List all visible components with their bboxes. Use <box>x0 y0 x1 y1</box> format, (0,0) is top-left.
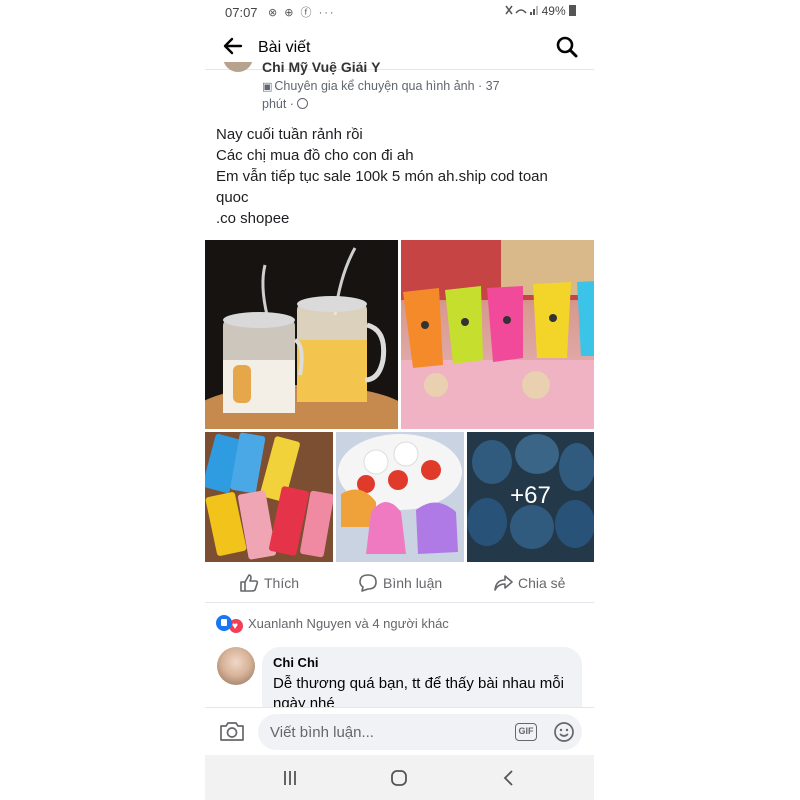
comment-bubble[interactable]: Chi Chi Dễ thương quá bạn, tt để thấy bà… <box>262 647 582 707</box>
post-author[interactable]: Chi Mỹ Vuệ Giải Ý <box>262 62 381 75</box>
share-button[interactable]: Chia sẻ <box>493 573 565 595</box>
share-label: Chia sẻ <box>518 575 566 591</box>
reactions-summary[interactable]: Xuanlanh Nguyen và 4 người khác <box>216 615 449 635</box>
post-text: Nay cuối tuần rảnh rồi Các chị mua đồ ch… <box>216 124 586 229</box>
back-nav-icon[interactable] <box>498 767 520 789</box>
battery-icon <box>569 5 576 16</box>
notification-icons: ⊗ ⊕ ⓕ ··· <box>268 7 336 19</box>
photo-more[interactable]: +67 <box>467 432 594 562</box>
phone-screen: 07:07 ⊗ ⊕ ⓕ ··· 49% Bài viết Chi Mỹ Vuệ … <box>205 0 594 800</box>
post-meta-line1: Chuyên gia kể chuyện qua hình ảnh · 37 <box>274 79 500 93</box>
comment-composer: GIF <box>205 707 594 753</box>
commenter-avatar[interactable] <box>217 647 255 685</box>
spoon-sets-illustration <box>205 432 333 562</box>
photo-molds[interactable] <box>336 432 464 562</box>
colored-cups-illustration <box>401 240 594 429</box>
photo-colored-cups[interactable] <box>401 240 594 429</box>
arrow-left-icon[interactable] <box>221 34 245 58</box>
glass-cups-illustration <box>205 240 398 429</box>
recent-apps-icon[interactable] <box>279 767 301 789</box>
more-photos-count: +67 <box>510 482 551 509</box>
home-icon[interactable] <box>388 767 410 789</box>
camera-icon[interactable] <box>219 720 245 742</box>
post-header: Chi Mỹ Vuệ Giải Ý ▣ Chuyên gia kể chuyện … <box>205 62 594 114</box>
gif-button[interactable]: GIF <box>515 723 537 741</box>
comment-text: Dễ thương quá bạn, tt để thấy bài nhau m… <box>273 675 564 707</box>
globe-icon <box>297 98 309 109</box>
status-bar: 07:07 ⊗ ⊕ ⓕ ··· 49% <box>205 0 594 26</box>
share-arrow-icon <box>494 575 513 591</box>
molds-illustration <box>336 432 464 562</box>
page-title: Bài viết <box>258 39 311 56</box>
post-text-line: .co shopee <box>216 210 290 227</box>
like-label: Thích <box>264 575 300 591</box>
post-text-line: quoc <box>216 189 249 206</box>
search-icon[interactable] <box>554 34 580 60</box>
post-text-line: Nay cuối tuần rảnh rồi <box>216 126 363 143</box>
speech-bubble-icon <box>359 574 377 592</box>
comment-item: Chi Chi Dễ thương quá bạn, tt để thấy bà… <box>205 645 594 707</box>
post-text-line: Em vẫn tiếp tục sale 100k 5 món ah.ship … <box>216 168 548 185</box>
status-right: 49% <box>504 4 576 18</box>
photo-glass-cups[interactable] <box>205 240 398 429</box>
reactions-text: Xuanlanh Nguyen và 4 người khác <box>248 616 449 631</box>
system-nav-bar <box>205 755 594 800</box>
post-actions: Thích Bình luận Chia sẻ <box>205 565 594 603</box>
thumbs-up-icon <box>240 574 259 592</box>
author-avatar[interactable] <box>223 62 253 72</box>
like-reaction-icon <box>216 615 232 631</box>
status-time: 07:07 <box>225 5 258 20</box>
comment-label: Bình luận <box>383 575 443 591</box>
signal-icon <box>505 5 539 15</box>
battery-percent: 49% <box>541 4 566 18</box>
emoji-icon[interactable] <box>553 721 575 743</box>
commenter-name[interactable]: Chi Chi <box>273 655 571 670</box>
expert-badge-icon: ▣ <box>262 81 273 93</box>
post-meta-line2: phút · <box>262 97 294 111</box>
post-meta: ▣ Chuyên gia kể chuyện qua hình ảnh · 37 … <box>262 78 542 113</box>
comment-button[interactable]: Bình luận <box>358 573 442 595</box>
post-text-line: Các chị mua đồ cho con đi ah <box>216 147 414 164</box>
photo-spoon-sets[interactable] <box>205 432 333 562</box>
like-button[interactable]: Thích <box>239 573 299 595</box>
